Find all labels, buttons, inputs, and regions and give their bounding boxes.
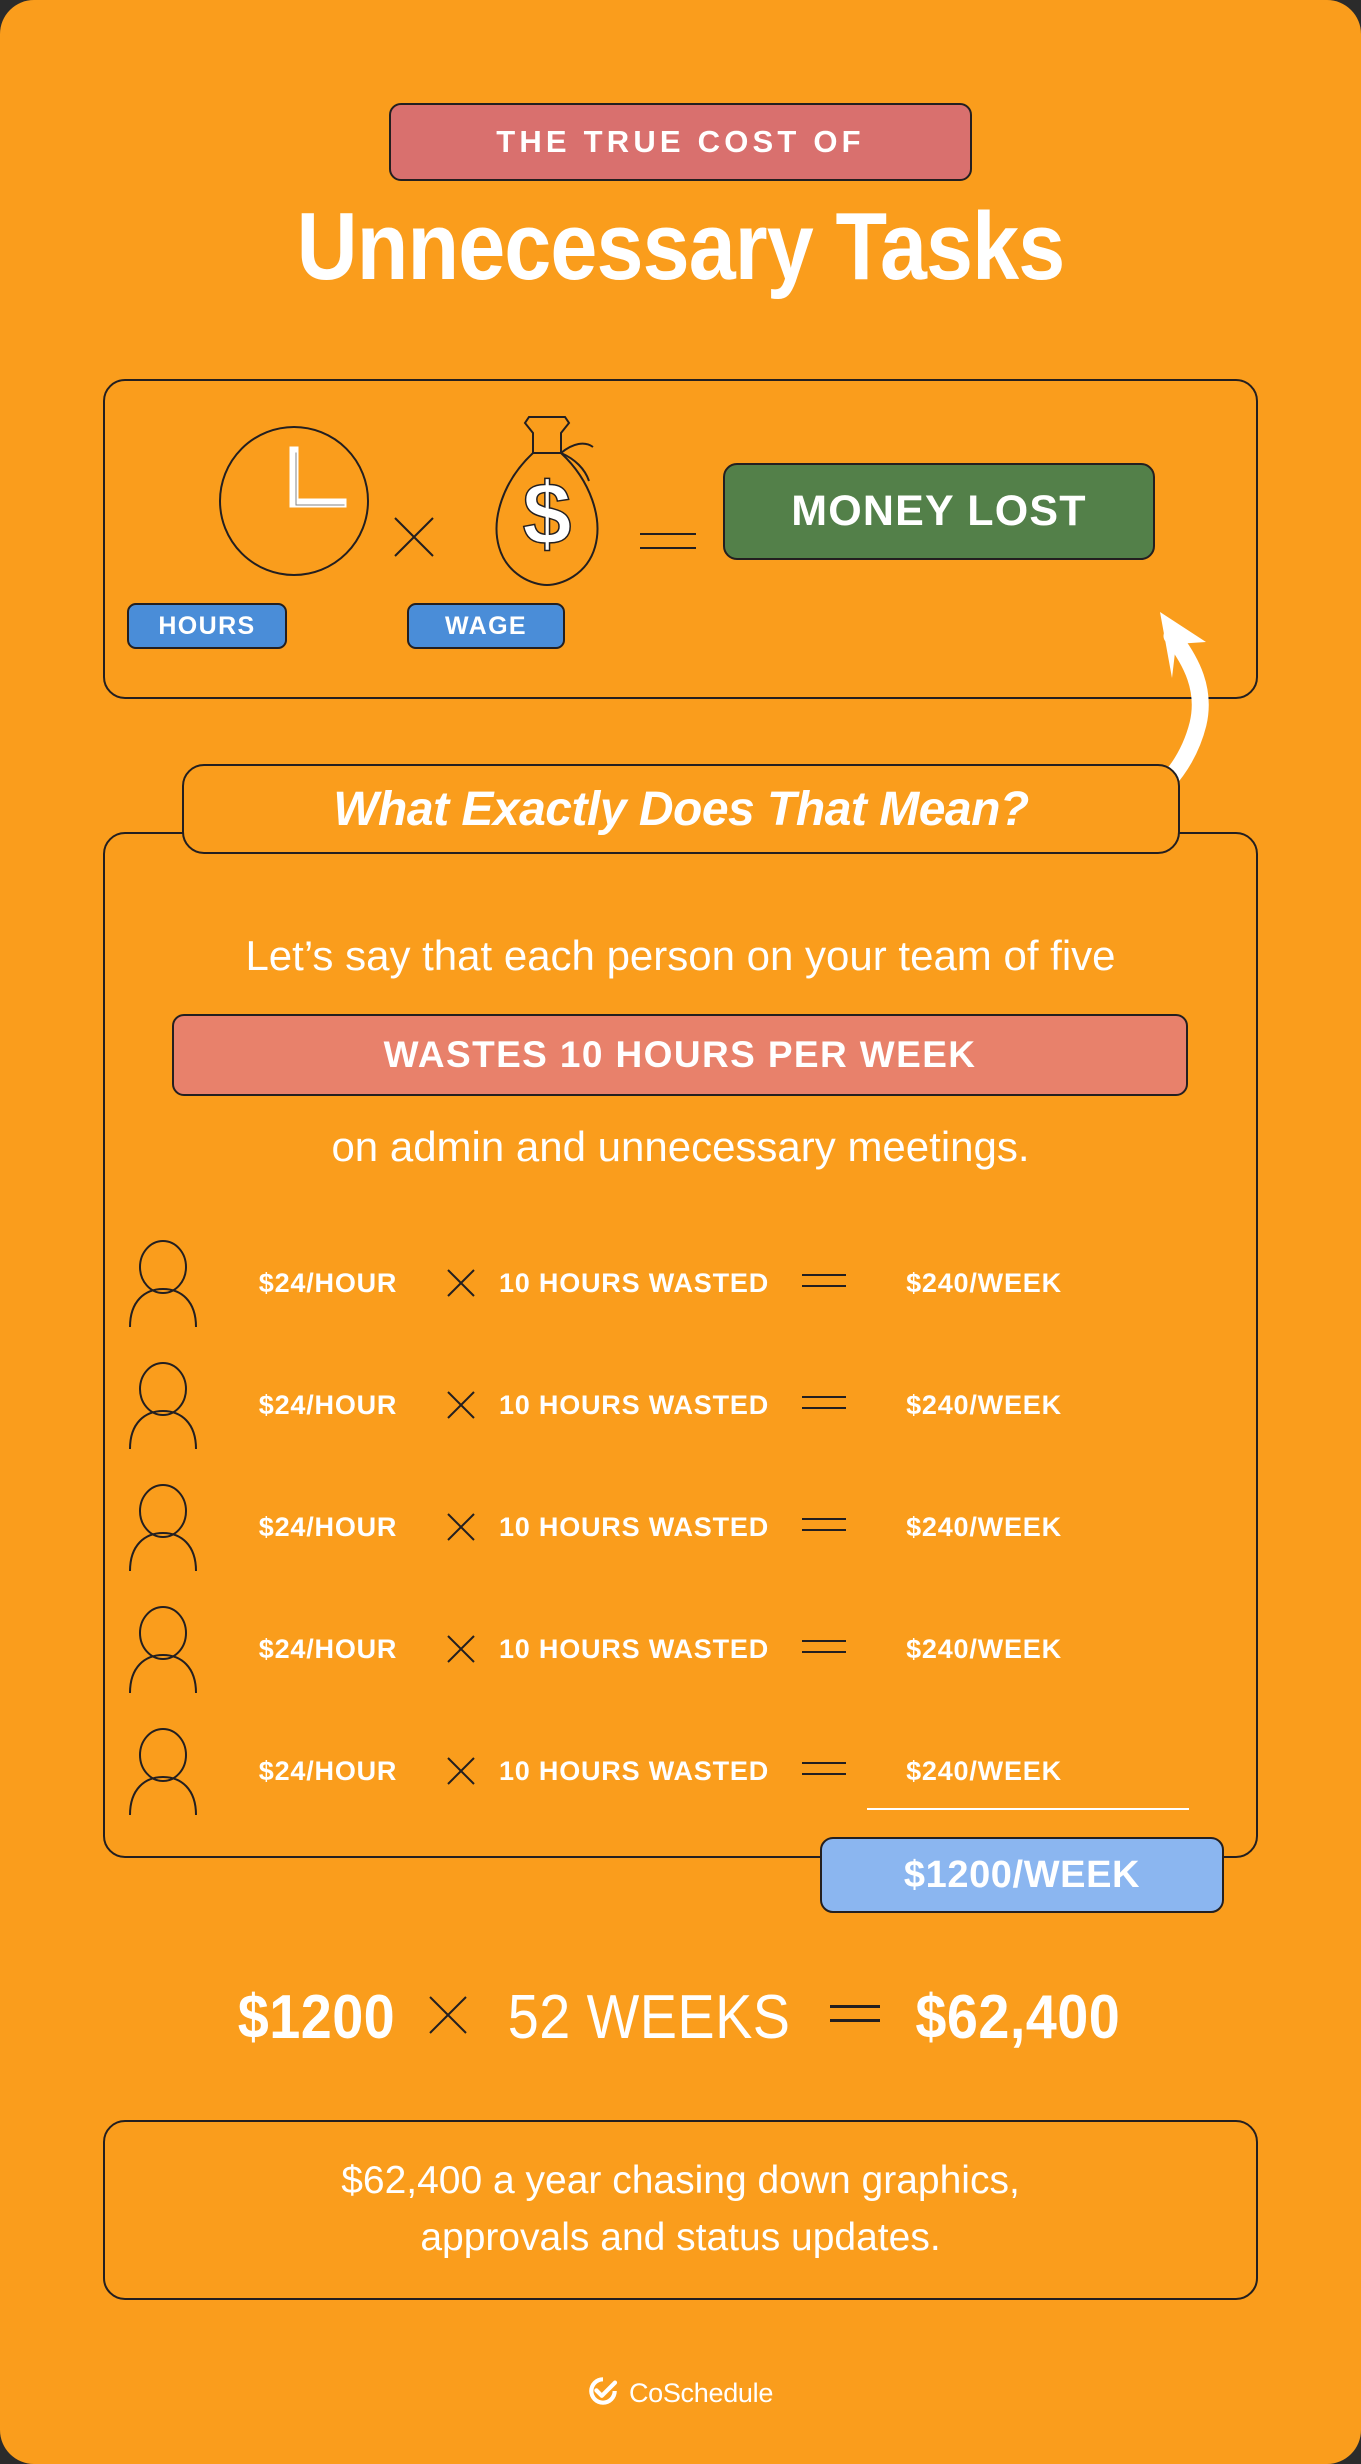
person-row: $24/HOUR 10 HOURS WASTED $240/WEEK [103, 1222, 1258, 1344]
times-icon [433, 1268, 489, 1298]
row-hours: 10 HOURS WASTED [498, 1511, 770, 1542]
row-rate: $24/HOUR [258, 1633, 398, 1664]
person-row: $24/HOUR 10 HOURS WASTED $240/WEEK [103, 1344, 1258, 1466]
wage-tag-label: WAGE [445, 611, 527, 640]
times-icon [433, 1390, 489, 1420]
equals-icon [779, 1640, 869, 1658]
equals-icon [779, 1396, 869, 1414]
eyebrow-label: THE TRUE COST OF [496, 124, 865, 159]
row-rate: $24/HOUR [258, 1267, 398, 1298]
row-result: $240/WEEK [906, 1511, 1062, 1542]
person-icon [103, 1727, 223, 1815]
question-heading: What Exactly Does That Mean? [182, 764, 1180, 854]
wasted-hours-highlight: WASTES 10 HOURS PER WEEK [172, 1014, 1188, 1096]
infographic-canvas: THE TRUE COST OF Unnecessary Tasks $ MON… [0, 0, 1361, 2464]
sum-divider [867, 1808, 1189, 1810]
money-lost-label: MONEY LOST [791, 487, 1087, 535]
question-label: What Exactly Does That Mean? [333, 782, 1029, 836]
equals-icon [779, 1274, 869, 1292]
money-bag-icon: $ [477, 411, 617, 596]
row-hours: 10 HOURS WASTED [498, 1389, 770, 1420]
row-result: $240/WEEK [906, 1633, 1062, 1664]
summary-line-1: $62,400 a year chasing down graphics, [341, 2159, 1020, 2203]
times-icon [428, 1995, 468, 2040]
times-icon [433, 1634, 489, 1664]
clock-icon [218, 425, 370, 582]
row-rate: $24/HOUR [258, 1389, 398, 1420]
times-icon [393, 516, 435, 558]
person-icon [103, 1361, 223, 1449]
money-lost-button[interactable]: MONEY LOST [723, 463, 1155, 560]
yearly-annual-amount: $62,400 [915, 1982, 1121, 2052]
equals-icon [830, 2004, 881, 2030]
times-icon [433, 1512, 489, 1542]
summary-box: $62,400 a year chasing down graphics, ap… [103, 2120, 1258, 2300]
wasted-hours-label: WASTES 10 HOURS PER WEEK [383, 1034, 977, 1075]
person-icon [103, 1239, 223, 1327]
weekly-total-badge: $1200/WEEK [820, 1837, 1224, 1913]
row-rate: $24/HOUR [258, 1511, 398, 1542]
person-rows-list: $24/HOUR 10 HOURS WASTED $240/WEEK $24/H… [103, 1222, 1258, 1832]
yearly-weekly-amount: $1200 [237, 1982, 396, 2052]
yearly-equation: $1200 52 WEEKS $62,400 [0, 1972, 1361, 2062]
person-row: $24/HOUR 10 HOURS WASTED $240/WEEK [103, 1710, 1258, 1832]
row-rate: $24/HOUR [258, 1755, 398, 1786]
hours-tag: HOURS [127, 603, 287, 649]
row-result: $240/WEEK [906, 1267, 1062, 1298]
person-icon [103, 1605, 223, 1693]
row-hours: 10 HOURS WASTED [498, 1633, 770, 1664]
row-result: $240/WEEK [906, 1389, 1062, 1420]
brand-name: CoSchedule [628, 2378, 774, 2408]
eyebrow-badge: THE TRUE COST OF [389, 103, 972, 181]
yearly-weeks-label: 52 WEEKS [507, 1982, 791, 2052]
row-hours: 10 HOURS WASTED [498, 1755, 770, 1786]
equals-icon [779, 1518, 869, 1536]
row-result: $240/WEEK [906, 1755, 1062, 1786]
page-title: Unnecessary Tasks [296, 193, 1066, 300]
person-row: $24/HOUR 10 HOURS WASTED $240/WEEK [103, 1466, 1258, 1588]
hours-tag-label: HOURS [158, 611, 256, 640]
lede-top-text: Let’s say that each person on your team … [245, 932, 1116, 979]
weekly-total-label: $1200/WEEK [903, 1853, 1141, 1896]
svg-text:$: $ [523, 464, 572, 563]
brand-logo: CoSchedule [0, 2376, 1361, 2411]
equals-icon [779, 1762, 869, 1780]
wage-tag: WAGE [407, 603, 565, 649]
lede-bottom-text: on admin and unnecessary meetings. [331, 1123, 1030, 1170]
equals-icon [640, 533, 696, 555]
person-icon [103, 1483, 223, 1571]
times-icon [433, 1756, 489, 1786]
formula-panel: $ MONEY LOST HOURS WAGE [103, 379, 1258, 699]
row-hours: 10 HOURS WASTED [498, 1267, 770, 1298]
person-row: $24/HOUR 10 HOURS WASTED $240/WEEK [103, 1588, 1258, 1710]
summary-line-2: approvals and status updates. [420, 2216, 941, 2259]
coschedule-check-icon [588, 2376, 618, 2411]
